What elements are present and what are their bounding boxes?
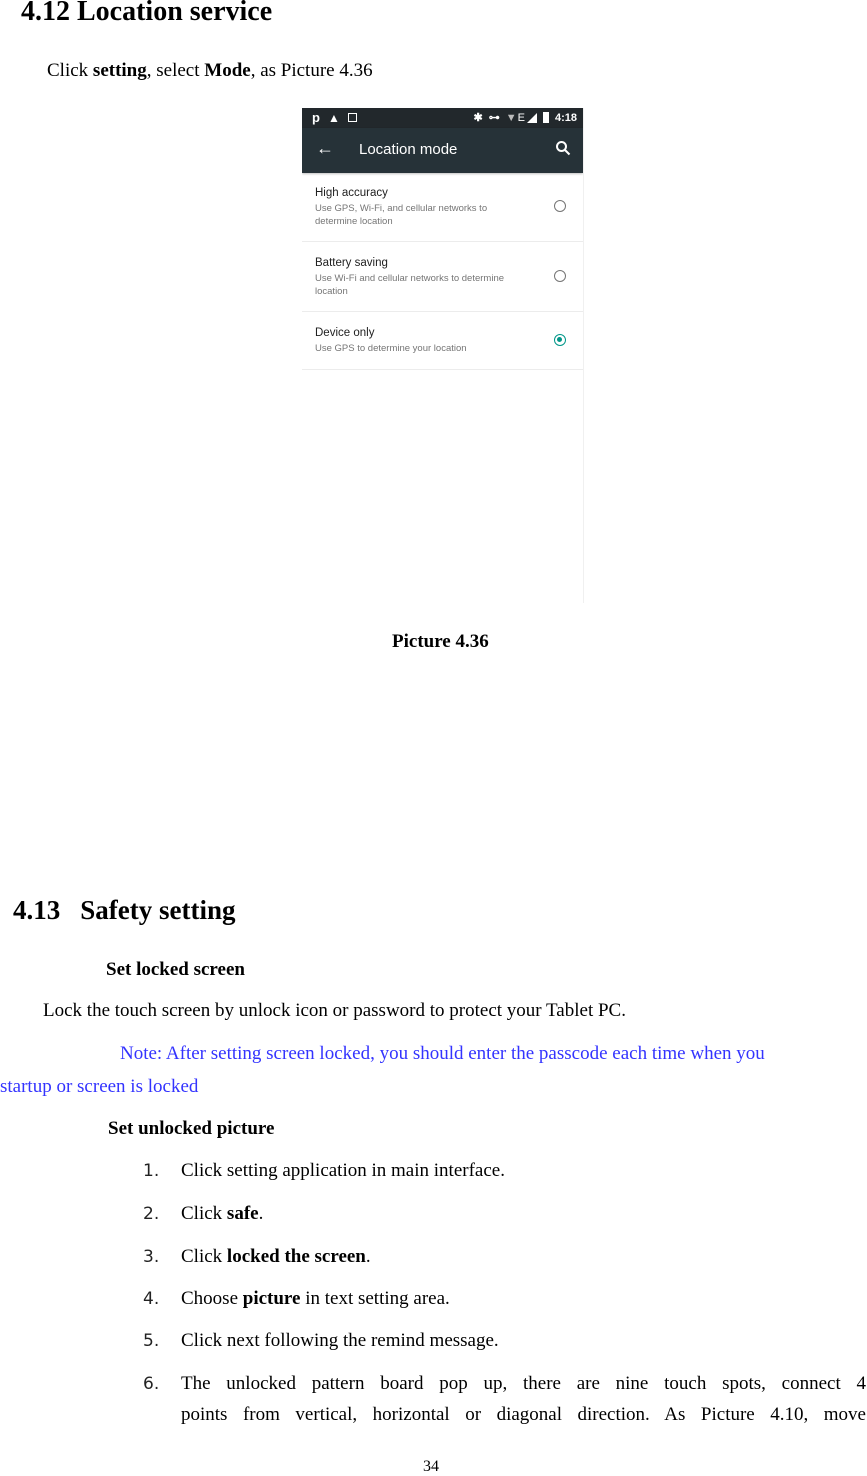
- step-6-line-1: The unlocked pattern board pop up, there…: [181, 1373, 866, 1394]
- step-item: 6.: [143, 1374, 160, 1394]
- option-battery-saving[interactable]: Battery saving Use Wi-Fi and cellular ne…: [302, 242, 583, 312]
- option-high-accuracy[interactable]: High accuracy Use GPS, Wi-Fi, and cellul…: [302, 173, 583, 242]
- battery-icon: [542, 112, 549, 123]
- radio-button[interactable]: [554, 270, 566, 282]
- image-icon: [347, 113, 357, 122]
- note-line-1: Note: After setting screen locked, you s…: [120, 1043, 765, 1064]
- radio-button[interactable]: [554, 200, 566, 212]
- step-item: 5. Click next following the remind messa…: [143, 1330, 499, 1351]
- option-title: Device only: [315, 327, 375, 339]
- step-item: 1. Click setting application in main int…: [143, 1160, 505, 1181]
- step-item: 3. Click locked the screen.: [143, 1246, 371, 1267]
- toolbar-title: Location mode: [359, 141, 458, 158]
- vpn-key-icon: ⊶: [488, 112, 500, 124]
- step-item: 4. Choose picture in text setting area.: [143, 1288, 450, 1309]
- bluetooth-icon: ✱: [473, 112, 483, 124]
- option-device-only[interactable]: Device only Use GPS to determine your lo…: [302, 312, 583, 370]
- note-line-2: startup or screen is locked: [0, 1076, 199, 1097]
- search-icon[interactable]: [555, 140, 571, 156]
- subheading-set-locked-screen: Set locked screen: [106, 959, 245, 980]
- signal-icon: [526, 112, 537, 123]
- location-mode-screenshot: p ▲ ✱ ⊶ ▼ E 4:18 ← Location mode High ac…: [302, 108, 584, 603]
- app-toolbar: ← Location mode: [302, 128, 583, 173]
- status-bar: p ▲ ✱ ⊶ ▼ E 4:18: [302, 108, 583, 128]
- subheading-set-unlocked-picture: Set unlocked picture: [108, 1118, 275, 1139]
- warning-icon: ▲: [327, 110, 340, 125]
- radio-button-selected[interactable]: [554, 334, 566, 346]
- network-type: E: [517, 111, 525, 124]
- status-time: 4:18: [554, 111, 577, 124]
- figure-caption: Picture 4.36: [392, 631, 489, 652]
- option-subtitle: Use Wi-Fi and cellular networks to deter…: [315, 273, 505, 297]
- lock-paragraph: Lock the touch screen by unlock icon or …: [43, 1000, 626, 1021]
- intro-paragraph: Click setting, select Mode, as Picture 4…: [47, 60, 373, 81]
- option-title: Battery saving: [315, 257, 388, 269]
- option-subtitle: Use GPS, Wi-Fi, and cellular networks to…: [315, 203, 488, 227]
- wifi-icon: ▼: [505, 111, 517, 124]
- section-heading-4-13: 4.13 Safety setting: [13, 895, 236, 925]
- p-app-icon: p: [312, 110, 320, 125]
- section-heading-4-12: 4.12 Location service: [21, 0, 273, 27]
- option-subtitle: Use GPS to determine your location: [315, 343, 467, 354]
- page-number: 34: [423, 1458, 439, 1475]
- option-title: High accuracy: [315, 187, 388, 199]
- step-item: 2. Click safe.: [143, 1203, 264, 1224]
- arrow-left-icon[interactable]: ←: [316, 138, 334, 159]
- step-6-line-2: points from vertical, horizontal or diag…: [181, 1404, 866, 1425]
